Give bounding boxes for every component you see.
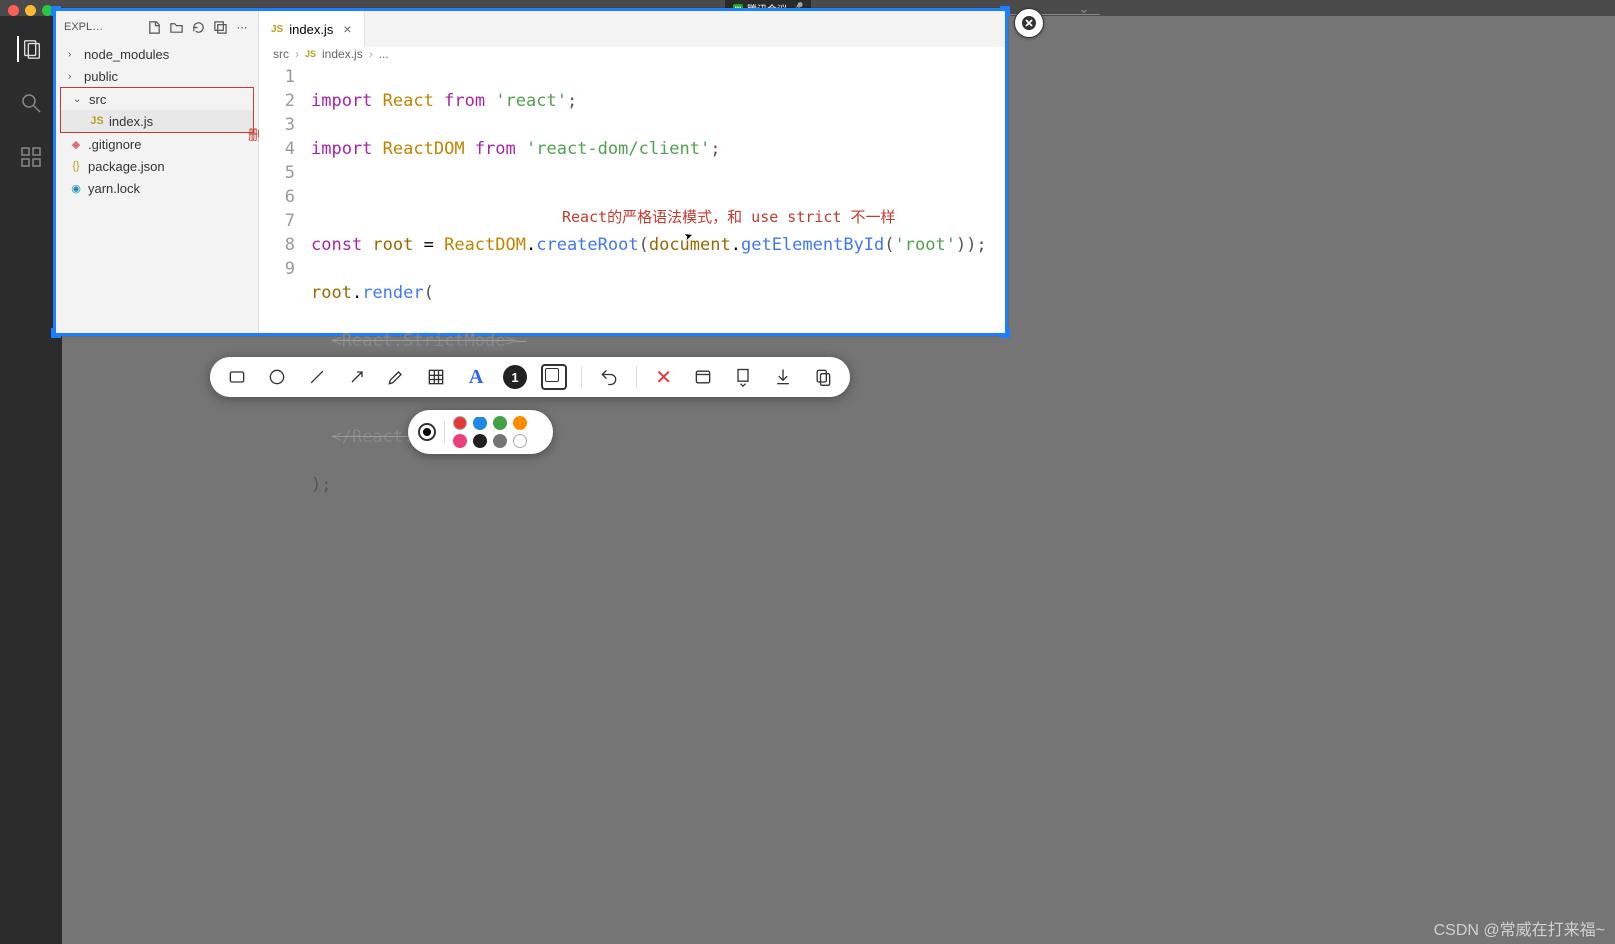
yarn-file-icon: ◉ [68, 182, 84, 195]
color-swatch-pink[interactable] [453, 434, 467, 448]
minimize-dot-icon[interactable] [25, 5, 36, 16]
tree-packagejson[interactable]: {}package.json [56, 155, 258, 177]
color-picker-popover [408, 410, 553, 454]
line-tool-button[interactable] [304, 364, 330, 390]
scroll-capture-button[interactable] [730, 364, 756, 390]
close-tab-icon[interactable]: × [343, 21, 351, 37]
annotation-strict-mode: React的严格语法模式，和 use strict 不一样 [562, 205, 896, 229]
mosaic-tool-button[interactable] [423, 364, 449, 390]
csdn-watermark: CSDN @常威在打来福~ [1434, 916, 1605, 940]
chevron-right-icon: › [295, 47, 299, 61]
close-dot-icon[interactable] [8, 5, 19, 16]
editor-area: JS index.js × src › JS index.js › ... 1 … [259, 11, 1005, 333]
explorer-activity-icon[interactable] [17, 36, 43, 62]
pencil-tool-button[interactable] [383, 364, 409, 390]
new-file-icon[interactable] [146, 19, 162, 35]
gitignore-file-icon: ◆ [68, 138, 84, 151]
annotation-src-box: ⌄src JSindex.js [60, 87, 254, 133]
toolbar-separator [636, 366, 637, 388]
sticker-tool-button[interactable] [541, 364, 567, 390]
number-tool-button[interactable]: 1 [503, 365, 527, 389]
color-swatch-gray[interactable] [493, 434, 507, 448]
tab-indexjs[interactable]: JS index.js × [259, 11, 365, 47]
color-swatch-red[interactable] [453, 416, 467, 430]
js-file-icon: JS [305, 49, 316, 59]
screenshot-selection-frame[interactable]: EXPL… ⋯ ›node_modules ›public ⌄src JSind… [53, 8, 1008, 336]
download-button[interactable] [770, 364, 796, 390]
tree-yarnlock[interactable]: ◉yarn.lock [56, 177, 258, 199]
tree-public[interactable]: ›public [56, 65, 258, 87]
toolbar-separator [581, 366, 582, 388]
explorer-title: EXPL… [64, 21, 140, 33]
color-swatch-orange[interactable] [513, 416, 527, 430]
code-content[interactable]: import React from 'react'; import ReactD… [307, 61, 1005, 593]
color-swatch-white[interactable] [513, 434, 527, 448]
color-swatch-black[interactable] [473, 434, 487, 448]
code-editor[interactable]: 1 2 3 4 5 6 7 8 9 import React from 'rea… [259, 61, 1005, 593]
tree-indexjs[interactable]: JSindex.js [61, 110, 253, 132]
search-activity-icon[interactable] [18, 90, 44, 116]
refresh-icon[interactable] [190, 19, 206, 35]
tab-bar: JS index.js × [259, 11, 1005, 47]
collapse-icon[interactable] [212, 19, 228, 35]
tab-label: index.js [289, 22, 333, 37]
tree-gitignore[interactable]: ◆.gitignore [56, 133, 258, 155]
pin-window-button[interactable] [691, 364, 717, 390]
undo-button[interactable] [596, 364, 622, 390]
js-file-icon: JS [89, 115, 105, 127]
js-file-icon: JS [271, 24, 283, 35]
crumb-more[interactable]: ... [379, 47, 389, 61]
arrow-tool-button[interactable] [344, 364, 370, 390]
explorer-header: EXPL… ⋯ [56, 11, 258, 43]
color-swatch-green[interactable] [493, 416, 507, 430]
circle-tool-button[interactable] [264, 364, 290, 390]
color-grid [453, 416, 529, 448]
annotation-toolbar: A 1 ✕ [210, 357, 850, 397]
line-gutter: 1 2 3 4 5 6 7 8 9 [259, 61, 307, 593]
extensions-chevron-icon[interactable]: ⌄ [1078, 0, 1090, 17]
close-icon [1021, 15, 1037, 31]
new-folder-icon[interactable] [168, 19, 184, 35]
stroke-size-selector[interactable] [418, 423, 436, 441]
cancel-button[interactable]: ✕ [651, 364, 677, 390]
breadcrumbs[interactable]: src › JS index.js › ... [259, 47, 1005, 61]
popover-separator [444, 421, 445, 443]
tree-src[interactable]: ⌄src [61, 88, 253, 110]
crumb-src[interactable]: src [273, 47, 289, 61]
chevron-right-icon: › [369, 47, 373, 61]
close-capture-button[interactable] [1014, 8, 1044, 38]
window-traffic-lights [8, 5, 53, 16]
tree-node-modules[interactable]: ›node_modules [56, 43, 258, 65]
dot-icon [423, 428, 431, 436]
explorer-sidebar: EXPL… ⋯ ›node_modules ›public ⌄src JSind… [56, 11, 259, 333]
color-swatch-blue[interactable] [473, 416, 487, 430]
copy-button[interactable] [810, 364, 836, 390]
rectangle-tool-button[interactable] [224, 364, 250, 390]
json-file-icon: {} [68, 160, 84, 172]
file-tree: ›node_modules ›public ⌄src JSindex.js ◆.… [56, 43, 258, 199]
extensions-activity-icon[interactable] [18, 144, 44, 170]
crumb-file[interactable]: index.js [322, 47, 363, 61]
more-icon[interactable]: ⋯ [234, 19, 250, 35]
text-tool-button[interactable]: A [463, 364, 489, 390]
